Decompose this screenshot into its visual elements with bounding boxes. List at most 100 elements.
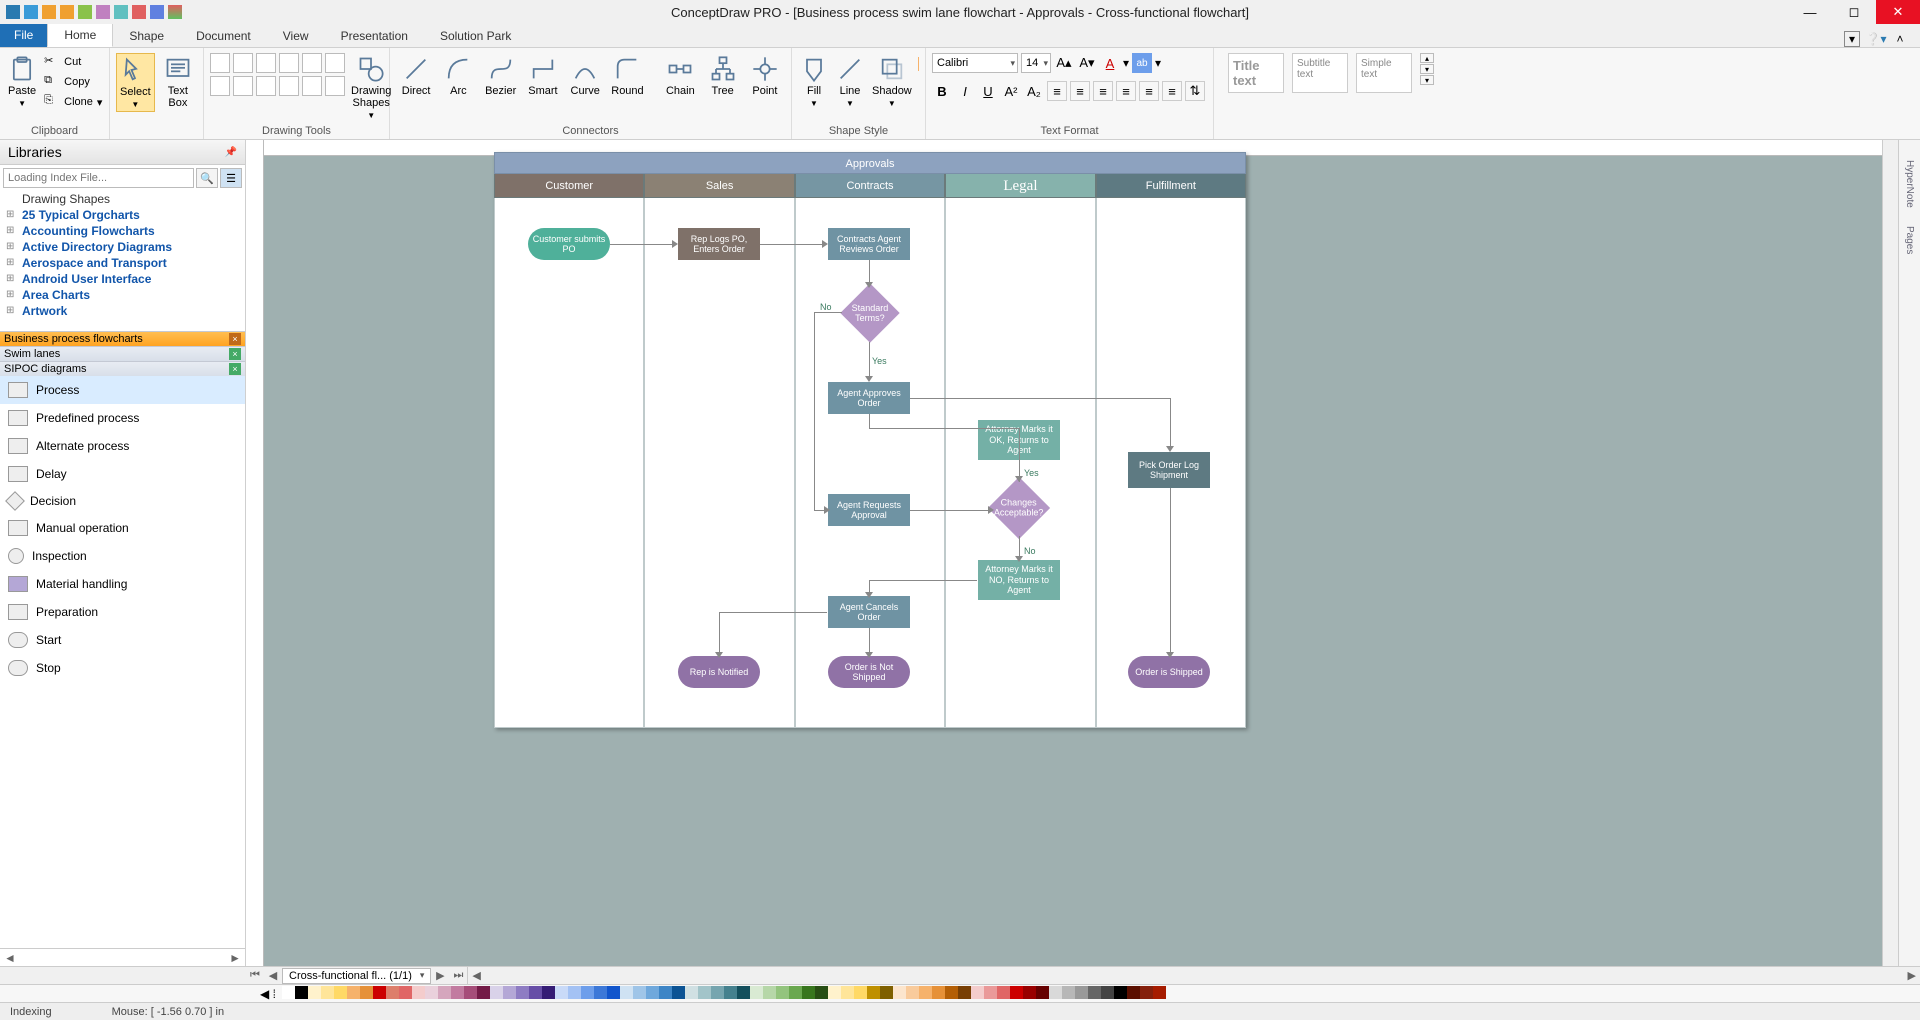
italic-button[interactable]: I xyxy=(955,81,975,101)
tab-shape[interactable]: Shape xyxy=(113,25,180,47)
color-swatch[interactable] xyxy=(516,986,529,999)
shape-item-decision[interactable]: Decision xyxy=(0,488,245,514)
shape-item-process[interactable]: Process xyxy=(0,376,245,404)
lane-header-legal[interactable]: Legal xyxy=(945,174,1095,198)
shape-item-delay[interactable]: Delay xyxy=(0,460,245,488)
page-first-icon[interactable]: ⏮ xyxy=(246,969,264,982)
color-swatch[interactable] xyxy=(555,986,568,999)
color-swatch[interactable] xyxy=(347,986,360,999)
node-order-not-shipped[interactable]: Order is Not Shipped xyxy=(828,656,910,688)
tree-item[interactable]: Accounting Flowcharts xyxy=(0,223,245,239)
drawing-shapes-button[interactable]: Drawing Shapes▼ xyxy=(349,53,393,122)
qat-icon[interactable] xyxy=(132,5,146,19)
preset-simple-text[interactable]: Simple text xyxy=(1356,53,1412,93)
lane-header-sales[interactable]: Sales xyxy=(644,174,794,198)
align-top-icon[interactable]: ≡ xyxy=(1116,81,1136,101)
color-swatch[interactable] xyxy=(828,986,841,999)
font-color-icon[interactable]: A xyxy=(1100,53,1120,73)
color-swatch[interactable] xyxy=(295,986,308,999)
color-swatch[interactable] xyxy=(1036,986,1049,999)
help-icon[interactable]: ❔▾ xyxy=(1868,31,1884,47)
color-swatch[interactable] xyxy=(880,986,893,999)
text-box-button[interactable]: Text Box xyxy=(159,53,197,111)
node-order-shipped[interactable]: Order is Shipped xyxy=(1128,656,1210,688)
lib-tab-sipoc[interactable]: SIPOC diagrams× xyxy=(0,361,245,376)
color-swatch[interactable] xyxy=(542,986,555,999)
qat-icon[interactable] xyxy=(168,5,182,19)
color-swatch[interactable] xyxy=(425,986,438,999)
color-swatch[interactable] xyxy=(802,986,815,999)
shape-item-start[interactable]: Start xyxy=(0,626,245,654)
shape-item-material-handling[interactable]: Material handling xyxy=(0,570,245,598)
tree-item[interactable]: Aerospace and Transport xyxy=(0,255,245,271)
node-rep-logs-po[interactable]: Rep Logs PO, Enters Order xyxy=(678,228,760,260)
connector-arc[interactable]: Arc xyxy=(438,53,478,99)
color-swatch[interactable] xyxy=(750,986,763,999)
close-button[interactable]: ✕ xyxy=(1876,0,1920,24)
node-pick-order[interactable]: Pick Order Log Shipment xyxy=(1128,452,1210,488)
align-right-icon[interactable]: ≡ xyxy=(1093,81,1113,101)
library-tree[interactable]: Drawing Shapes 25 Typical Orgcharts Acco… xyxy=(0,191,245,331)
connector-chain[interactable]: Chain xyxy=(660,53,700,99)
preset-subtitle-text[interactable]: Subtitle text xyxy=(1292,53,1348,93)
tree-item[interactable]: Area Charts xyxy=(0,287,245,303)
shape-item-inspection[interactable]: Inspection xyxy=(0,542,245,570)
tab-file[interactable]: File xyxy=(0,23,47,47)
lib-tab-business-process[interactable]: Business process flowcharts× xyxy=(0,331,245,346)
color-swatch[interactable] xyxy=(464,986,477,999)
gallery-more-icon[interactable]: ▾ xyxy=(1420,75,1434,85)
align-left-icon[interactable]: ≡ xyxy=(1047,81,1067,101)
color-swatch[interactable] xyxy=(763,986,776,999)
paste-button[interactable]: Paste▼ xyxy=(6,53,38,110)
line-button[interactable]: Line▼ xyxy=(834,53,866,110)
clone-button[interactable]: ⎘Clone ▾ xyxy=(42,93,104,111)
color-swatch[interactable] xyxy=(1010,986,1023,999)
color-swatch[interactable] xyxy=(867,986,880,999)
color-swatch[interactable] xyxy=(438,986,451,999)
drawing-tools-gallery[interactable] xyxy=(210,53,345,96)
qat-redo-icon[interactable] xyxy=(60,5,74,19)
shape-item-stop[interactable]: Stop xyxy=(0,654,245,682)
connector-round[interactable]: Round xyxy=(607,53,647,99)
drawing-page[interactable]: Approvals Customer Sales Contracts Legal… xyxy=(494,152,1246,728)
connector-tree[interactable]: Tree xyxy=(703,53,743,99)
font-size-select[interactable]: 14 xyxy=(1021,53,1051,73)
node-agent-approves[interactable]: Agent Approves Order xyxy=(828,382,910,414)
underline-button[interactable]: U xyxy=(978,81,998,101)
tab-solution-park[interactable]: Solution Park xyxy=(424,25,527,47)
align-middle-icon[interactable]: ≡ xyxy=(1139,81,1159,101)
qat-icon[interactable] xyxy=(78,5,92,19)
shape-item-manual-operation[interactable]: Manual operation xyxy=(0,514,245,542)
node-agent-requests-approval[interactable]: Agent Requests Approval xyxy=(828,494,910,526)
color-swatch[interactable] xyxy=(1140,986,1153,999)
font-family-select[interactable]: Calibri xyxy=(932,53,1018,73)
color-swatch[interactable] xyxy=(503,986,516,999)
color-swatch[interactable] xyxy=(984,986,997,999)
search-options-button[interactable]: ☰ xyxy=(220,168,242,188)
align-center-icon[interactable]: ≡ xyxy=(1070,81,1090,101)
color-swatch[interactable] xyxy=(841,986,854,999)
copy-button[interactable]: ⧉Copy xyxy=(42,73,104,91)
shrink-font-icon[interactable]: A▾ xyxy=(1077,53,1097,73)
color-swatch[interactable] xyxy=(451,986,464,999)
maximize-button[interactable]: ◻ xyxy=(1832,0,1876,24)
connector-direct[interactable]: Direct xyxy=(396,53,436,99)
node-contracts-agent-reviews[interactable]: Contracts Agent Reviews Order xyxy=(828,228,910,260)
shape-style-preset[interactable] xyxy=(918,57,919,71)
color-swatch[interactable] xyxy=(581,986,594,999)
color-swatch[interactable] xyxy=(906,986,919,999)
tree-item[interactable]: Drawing Shapes xyxy=(0,191,245,207)
qat-save-icon[interactable] xyxy=(24,5,38,19)
connector-smart[interactable]: Smart xyxy=(523,53,563,99)
search-button[interactable]: 🔍 xyxy=(196,168,218,188)
qat-icon[interactable] xyxy=(6,5,20,19)
grow-font-icon[interactable]: A▴ xyxy=(1054,53,1074,73)
color-swatch[interactable] xyxy=(1127,986,1140,999)
color-swatch[interactable] xyxy=(633,986,646,999)
color-swatch[interactable] xyxy=(386,986,399,999)
color-swatch[interactable] xyxy=(1101,986,1114,999)
lane-header-contracts[interactable]: Contracts xyxy=(795,174,945,198)
library-search-input[interactable] xyxy=(3,168,194,188)
collapse-ribbon-icon[interactable]: ˄ xyxy=(1892,31,1908,47)
color-swatch[interactable] xyxy=(477,986,490,999)
